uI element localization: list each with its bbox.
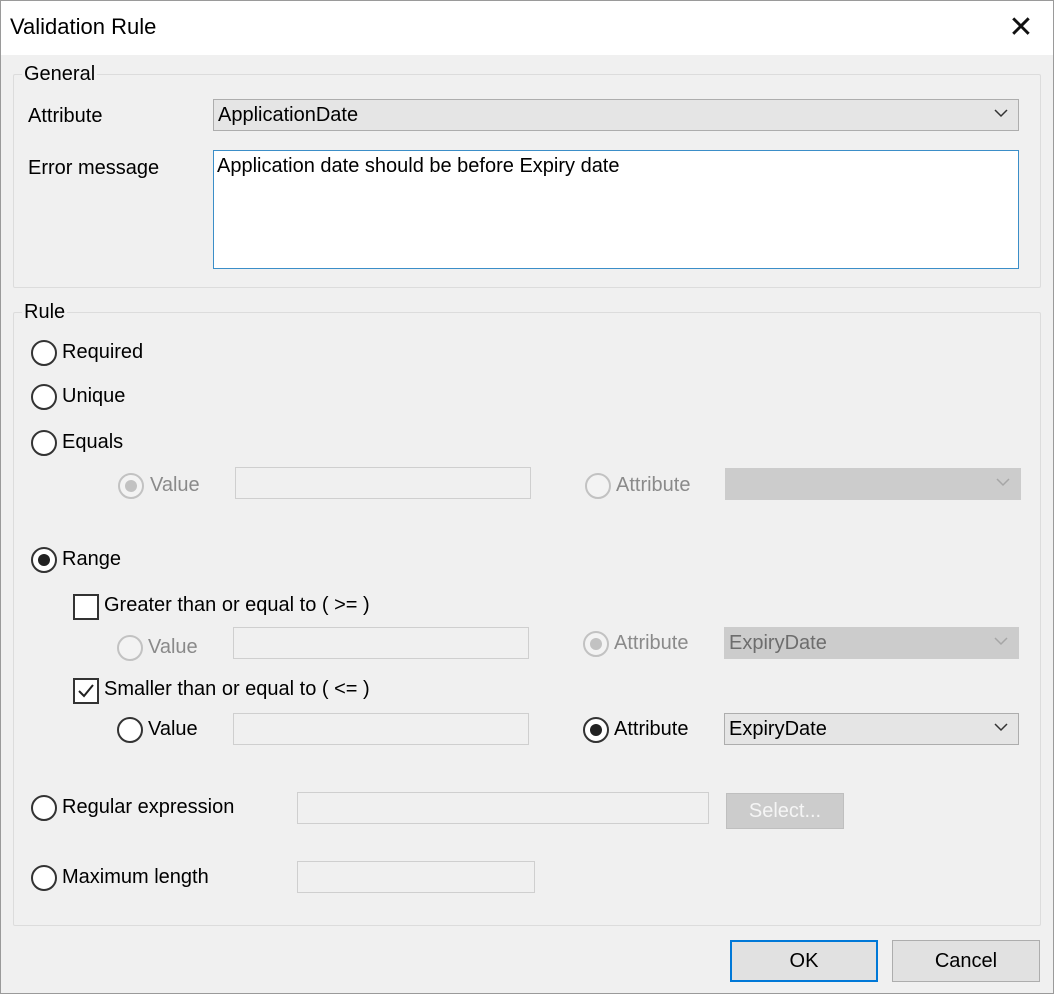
required-label[interactable]: Required — [62, 341, 143, 364]
equals-attribute-dropdown[interactable] — [725, 468, 1021, 500]
gte-attribute-radio[interactable] — [583, 631, 609, 657]
gte-value-radio[interactable] — [117, 635, 143, 661]
unique-label[interactable]: Unique — [62, 385, 125, 408]
equals-label[interactable]: Equals — [62, 431, 123, 454]
lte-attribute-label[interactable]: Attribute — [614, 718, 688, 741]
equals-radio[interactable] — [31, 430, 57, 456]
equals-attribute-label: Attribute — [616, 474, 691, 496]
checkmark-icon — [78, 684, 94, 698]
cancel-button[interactable]: Cancel — [892, 940, 1040, 982]
error-message-label: Error message — [28, 157, 160, 179]
rule-group — [13, 312, 1041, 926]
chevron-down-icon — [994, 109, 1008, 118]
lte-value-label[interactable]: Value — [148, 718, 198, 741]
chevron-down-icon — [994, 723, 1008, 732]
equals-value-input[interactable] — [235, 467, 531, 499]
lte-attribute-radio[interactable] — [583, 717, 609, 743]
general-group-label: General — [22, 63, 98, 86]
attribute-dropdown[interactable]: ApplicationDate — [213, 99, 1019, 131]
title-bar: Validation Rule ✕ — [1, 1, 1053, 55]
gte-value-input[interactable] — [233, 627, 529, 659]
attribute-dropdown-value: ApplicationDate — [218, 104, 359, 126]
equals-attribute-radio[interactable] — [585, 473, 611, 499]
required-radio[interactable] — [31, 340, 57, 366]
chevron-down-icon — [996, 478, 1010, 487]
error-message-field[interactable]: Application date should be before Expiry… — [213, 150, 1019, 269]
range-label[interactable]: Range — [62, 548, 121, 571]
maxlen-input[interactable] — [297, 861, 535, 893]
maxlen-radio[interactable] — [31, 865, 57, 891]
window-title: Validation Rule — [10, 14, 157, 39]
unique-radio[interactable] — [31, 384, 57, 410]
gte-attribute-label: Attribute — [614, 632, 689, 654]
maxlen-label[interactable]: Maximum length — [62, 866, 209, 889]
equals-value-label: Value — [150, 474, 200, 496]
attribute-label: Attribute — [28, 105, 103, 127]
ok-button[interactable]: OK — [730, 940, 878, 982]
gte-attribute-value: ExpiryDate — [729, 632, 827, 654]
gte-value-label: Value — [148, 636, 198, 658]
gte-label[interactable]: Greater than or equal to ( >= ) — [104, 594, 370, 617]
regex-input[interactable] — [297, 792, 709, 824]
gte-attribute-dropdown[interactable]: ExpiryDate — [724, 627, 1019, 659]
regex-select-button[interactable]: Select... — [726, 793, 844, 829]
lte-label[interactable]: Smaller than or equal to ( <= ) — [104, 678, 370, 701]
close-icon[interactable]: ✕ — [1003, 11, 1039, 45]
lte-checkbox[interactable] — [73, 678, 99, 704]
lte-attribute-dropdown[interactable]: ExpiryDate — [724, 713, 1019, 745]
rule-group-label: Rule — [22, 301, 68, 324]
range-radio[interactable] — [31, 547, 57, 573]
chevron-down-icon — [994, 637, 1008, 646]
lte-value-input[interactable] — [233, 713, 529, 745]
validation-rule-dialog: Validation Rule ✕ General Attribute Appl… — [0, 0, 1054, 994]
lte-value-radio[interactable] — [117, 717, 143, 743]
gte-checkbox[interactable] — [73, 594, 99, 620]
regex-radio[interactable] — [31, 795, 57, 821]
equals-value-radio[interactable] — [118, 473, 144, 499]
lte-attribute-value: ExpiryDate — [729, 718, 827, 740]
regex-label[interactable]: Regular expression — [62, 796, 234, 819]
